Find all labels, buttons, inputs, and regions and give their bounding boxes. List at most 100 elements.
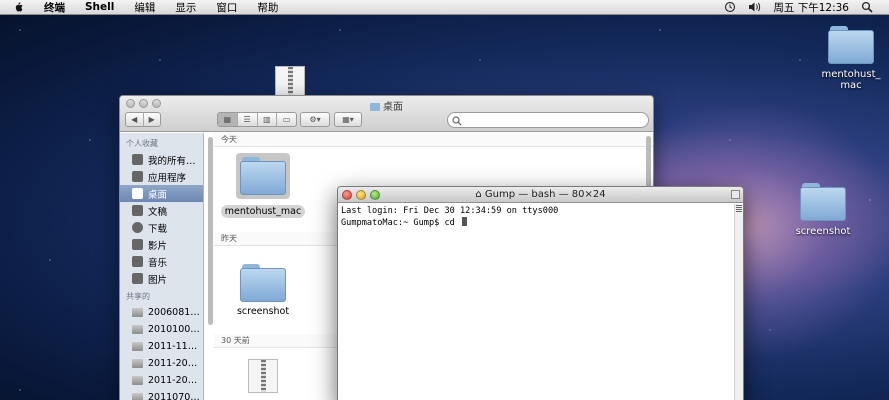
forward-button[interactable]: ▶ [144,113,161,126]
terminal-line: GumpmatoMac:~ Gump$ cd [341,218,460,228]
folder-icon [370,103,380,111]
menubar-clock[interactable]: 周五 下午12:36 [767,0,855,15]
shared-computer-icon [132,393,143,400]
file-item-label: screenshot [236,306,290,317]
finder-window-title: 桌面 [120,98,653,113]
section-header-today: 今天 [214,133,653,147]
apple-icon[interactable] [12,1,24,13]
finder-titlebar[interactable]: 桌面 ◀ ▶ ▦ ☰ ▥ ▭ ⚙▾ ▦▾ [120,96,653,132]
sidebar-item-shared[interactable]: 2011-11… [120,338,203,355]
sidebar-item-shared[interactable]: 2011-20… [120,372,203,389]
finder-title-text: 桌面 [383,102,403,113]
menu-shell[interactable]: Shell [75,1,124,13]
desktop-item-label: screenshot [795,226,851,237]
search-input[interactable] [447,112,649,128]
sidebar-item-label: 2011-20… [148,375,198,386]
sidebar-item-label: 我的所有… [148,155,196,167]
zoom-button[interactable] [370,190,380,200]
coverflow-view-button[interactable]: ▭ [277,113,296,126]
time-machine-icon[interactable] [724,1,736,13]
sidebar-item-label: 桌面 [148,189,168,201]
home-icon: ⌂ [475,189,485,200]
sidebar-item-movies[interactable]: 影片 [120,236,203,253]
folder-icon [800,183,846,221]
volume-icon[interactable] [748,1,761,13]
file-item-label: mentohust_mac [220,205,306,218]
music-icon [132,256,143,267]
menu-view[interactable]: 显示 [165,0,206,15]
desktop-item-label: mentohust_mac [821,69,881,91]
sidebar-item-shared[interactable]: 2010100… [120,321,203,338]
terminal-scrollbar[interactable] [734,204,743,400]
sidebar-item-label: 2011070… [148,392,200,400]
text-cursor [462,217,467,226]
sidebar-item-label: 2006081… [148,307,200,318]
menu-window[interactable]: 窗口 [206,0,247,15]
sidebar-item-applications[interactable]: 应用程序 [120,168,203,185]
desktop-item-screenshot[interactable]: screenshot [793,183,853,237]
column-view-button[interactable]: ▥ [258,113,278,126]
sidebar-item-all-my-files[interactable]: 我的所有… [120,151,203,168]
folder-icon [240,264,286,302]
list-view-button[interactable]: ☰ [238,113,258,126]
back-forward-control: ◀ ▶ [125,112,161,127]
file-item-mentohust[interactable]: mentohust_mac [220,153,306,218]
sidebar-item-music[interactable]: 音乐 [120,253,203,270]
spotlight-icon[interactable] [861,1,873,13]
sidebar-item-shared[interactable]: 2011070… [120,389,203,400]
sidebar-section-favorites: 个人收藏 [126,139,158,148]
shared-computer-icon [132,342,143,351]
zip-archive-icon[interactable] [248,359,278,393]
terminal-prompt-line: GumpmatoMac:~ Gump$ cd [341,217,731,229]
folder-icon [828,26,874,64]
menu-terminal[interactable]: 终端 [34,0,75,15]
movies-icon [132,239,143,250]
terminal-titlebar[interactable]: ⌂ Gump — bash — 80×24 [338,187,743,203]
menu-help[interactable]: 帮助 [247,0,288,15]
sidebar-item-label: 文稿 [148,206,168,218]
fullscreen-button[interactable] [731,190,740,199]
sidebar-item-documents[interactable]: 文稿 [120,202,203,219]
all-files-icon [132,154,143,165]
action-menu-button[interactable]: ⚙▾ [300,112,330,127]
terminal-line: Last login: Fri Dec 30 12:34:59 on ttys0… [341,206,559,216]
icon-view-button[interactable]: ▦ [218,113,238,126]
sidebar-item-label: 图片 [148,274,168,286]
sidebar-section-shared: 共享的 [126,292,150,301]
close-button[interactable] [342,190,352,200]
folder-icon [240,157,286,195]
sidebar-item-label: 下载 [148,223,168,235]
terminal-title: Gump — bash — 80×24 [484,189,606,200]
split-pane-grip-icon[interactable] [736,205,742,213]
menubar: 终端 Shell 编辑 显示 窗口 帮助 周五 下午12:36 [0,0,889,15]
file-item-screenshot[interactable]: screenshot [220,264,306,318]
terminal-window: ⌂ Gump — bash — 80×24 Last login: Fri De… [337,186,744,400]
arrange-menu-button[interactable]: ▦▾ [334,112,362,127]
sidebar-item-desktop[interactable]: 桌面 [120,185,203,202]
finder-sidebar: 个人收藏 我的所有… 应用程序 桌面 文稿 下载 影片 音乐 图片 共享的 20… [120,133,204,400]
downloads-icon [132,222,143,233]
desktop-item-mentohust[interactable]: mentohust_mac [818,26,884,91]
sidebar-scrollbar[interactable] [208,137,213,325]
sidebar-item-label: 音乐 [148,257,168,269]
sidebar-item-label: 2011-20… [148,358,198,369]
sidebar-item-downloads[interactable]: 下载 [120,219,203,236]
shared-computer-icon [132,359,143,368]
sidebar-item-label: 影片 [148,240,168,252]
sidebar-item-shared[interactable]: 2006081… [120,304,203,321]
terminal-window-controls [342,190,380,200]
sidebar-item-label: 2011-11… [148,341,198,352]
terminal-output[interactable]: Last login: Fri Dec 30 12:34:59 on ttys0… [338,204,734,400]
search-icon [452,116,462,126]
view-mode-control: ▦ ☰ ▥ ▭ [217,112,297,127]
applications-icon [132,171,143,182]
back-button[interactable]: ◀ [126,113,144,126]
sidebar-item-pictures[interactable]: 图片 [120,270,203,287]
shared-computer-icon [132,325,143,334]
folder-thumb [236,153,290,199]
menu-edit[interactable]: 编辑 [124,0,165,15]
sidebar-item-shared[interactable]: 2011-20… [120,355,203,372]
minimize-button[interactable] [356,190,366,200]
arrange-icon: ▦▾ [342,115,354,124]
sidebar-item-label: 应用程序 [148,172,187,184]
